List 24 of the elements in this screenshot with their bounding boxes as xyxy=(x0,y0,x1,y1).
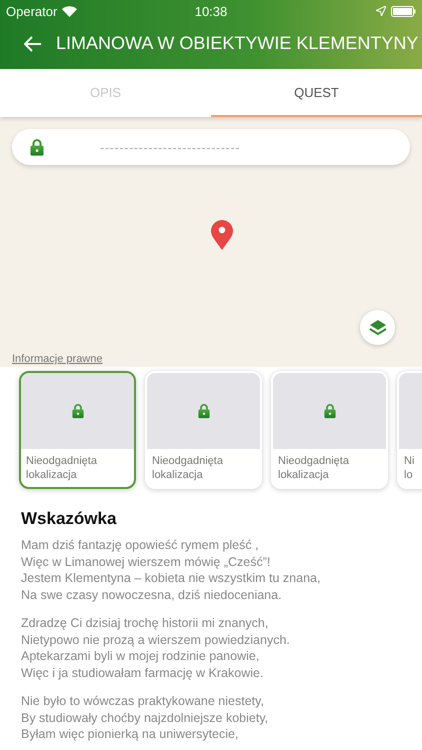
lock-icon xyxy=(198,403,210,419)
location-card[interactable]: Ni lo xyxy=(397,371,422,489)
location-card[interactable]: Nieodgadnięta lokalizacja xyxy=(19,371,136,489)
carrier-name: Operator xyxy=(6,4,58,18)
poem-stanza: Nie było to wówczas praktykowane niestety, By studiowały choćby najzdolniejsze kobiety, Byłam więc pionierką na uniwersytecie, xyxy=(21,693,270,742)
poem-stanza: Zdradzę Ci dzisiaj trochę historii mi znanych, Nietypowo nie prozą a wierszem powiedzianych. Aptekarzami byli w mojej rodzinie panowie, Więc i ja studiowałam farmację w Krakowie. xyxy=(21,615,291,681)
back-arrow-icon[interactable] xyxy=(24,36,42,52)
hint-heading: Wskazówka xyxy=(21,509,118,529)
lock-icon xyxy=(324,403,336,419)
poem-stanza: Mam dziś fantazję opowieść rymem pleść , Więc w Limanowej wierszem mówię „Cześć”! Jestem Klementyna – kobieta nie wszystkim tu znana, Na swe czasy nowoczesna, dziś niedoceniana. xyxy=(21,537,322,603)
layers-button[interactable] xyxy=(360,310,395,345)
location-card[interactable]: Nieodgadnięta lokalizacja xyxy=(145,371,262,489)
location-card[interactable]: Nieodgadnięta lokalizacja xyxy=(271,371,388,489)
legal-link[interactable]: Informacje prawne xyxy=(12,353,102,365)
clock-time: 10:38 xyxy=(194,4,228,18)
map-pin-icon xyxy=(211,220,233,250)
layers-icon xyxy=(368,318,386,336)
battery-icon xyxy=(390,6,416,16)
screen-title: LIMANOWA W OBIEKTYWIE KLEMENTYNY xyxy=(56,33,418,54)
lock-icon xyxy=(72,403,84,419)
wifi-icon xyxy=(62,6,78,16)
answer-field[interactable]: ----------------------------- xyxy=(12,129,410,165)
tab[interactable]: QUEST xyxy=(211,69,422,117)
location-icon xyxy=(376,6,386,16)
